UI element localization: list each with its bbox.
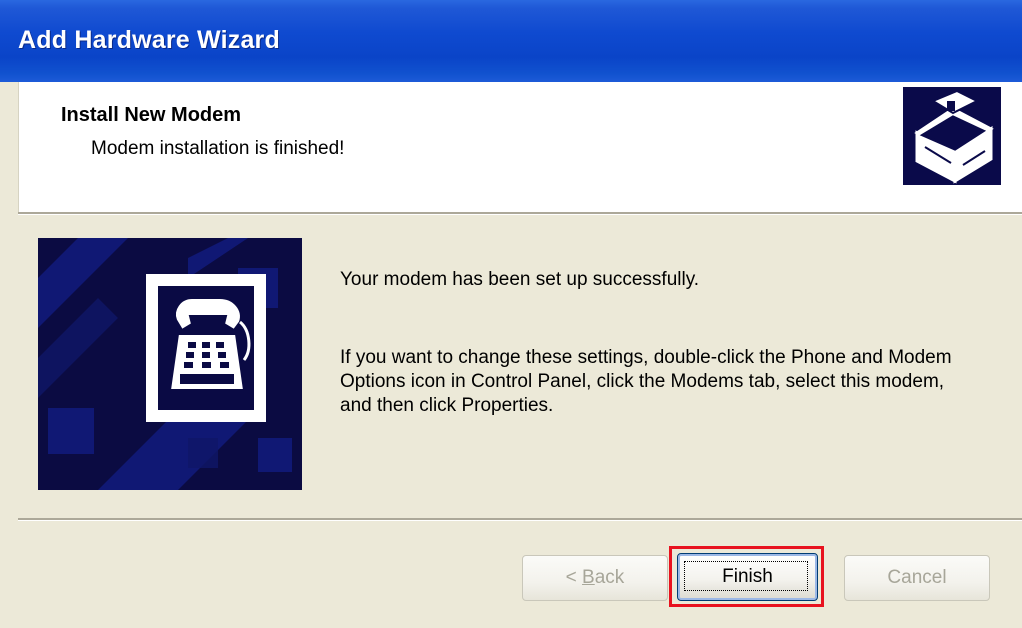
hardware-box-icon-graphic [903, 87, 1001, 185]
finish-button-label: Finish [722, 566, 773, 587]
instructions-message: If you want to change these settings, do… [340, 347, 952, 416]
header-title: Install New Modem [61, 104, 242, 126]
finish-button[interactable]: Finish [677, 553, 818, 601]
wizard-art-panel [38, 238, 302, 490]
header-subtitle: Modem installation is finished! [91, 138, 345, 159]
back-button-rest: ack [594, 567, 625, 588]
back-button-prefix: < [565, 567, 583, 588]
wizard-header: Install New Modem Modem installation is … [18, 82, 1022, 212]
window-left-edge [0, 82, 18, 628]
title-bar[interactable]: Add Hardware Wizard [0, 0, 1022, 82]
wizard-window: Add Hardware Wizard Install New Modem Mo… [0, 0, 1022, 628]
cancel-button[interactable]: Cancel [844, 555, 990, 601]
telephone-icon [38, 238, 302, 490]
back-button[interactable]: < Back [522, 555, 668, 601]
header-separator [18, 212, 1022, 215]
cancel-button-label: Cancel [887, 567, 947, 588]
hardware-box-icon [903, 87, 1001, 185]
back-button-accelerator: B [582, 567, 595, 588]
success-message: Your modem has been set up successfully. [340, 269, 700, 290]
window-title: Add Hardware Wizard [18, 26, 280, 54]
footer-separator [18, 518, 1022, 521]
